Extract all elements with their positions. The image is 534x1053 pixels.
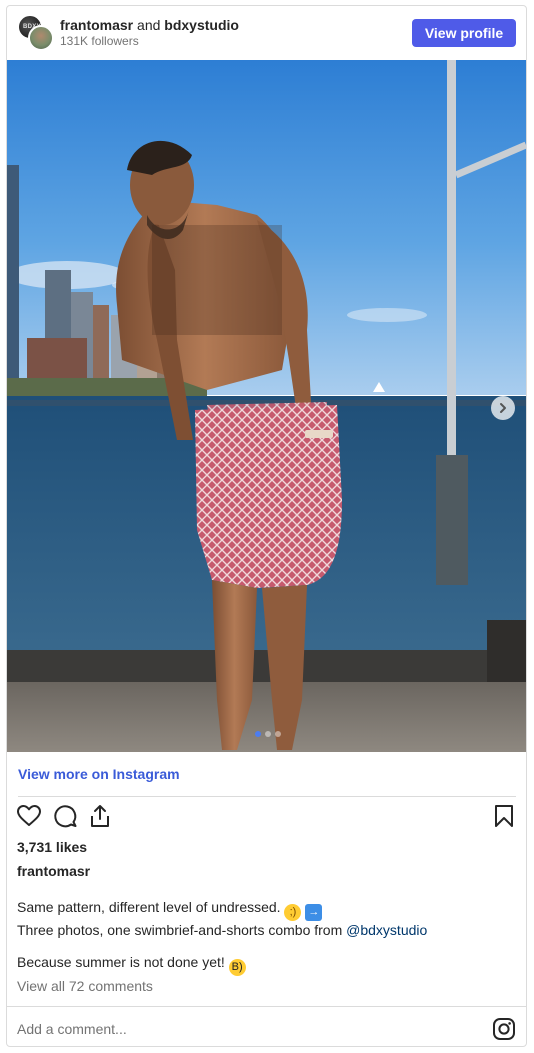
avatar-group[interactable]: BDXY (17, 14, 55, 52)
heart-icon[interactable] (16, 803, 42, 829)
view-profile-button[interactable]: View profile (412, 19, 516, 47)
action-bar (7, 803, 526, 833)
view-more-link[interactable]: View more on Instagram (18, 766, 180, 782)
account-name-secondary[interactable]: bdxystudio (164, 17, 239, 33)
bookmark-icon[interactable] (491, 803, 517, 829)
photo-illustration (7, 60, 526, 752)
post-caption: Same pattern, different level of undress… (17, 898, 427, 940)
carousel-dot (265, 731, 271, 737)
account-name-primary[interactable]: frantomasr (60, 17, 133, 33)
post-header: BDXY frantomasr and bdxystudio 131K foll… (7, 6, 526, 60)
comment-bar (7, 1006, 526, 1046)
instagram-embed-card: BDXY frantomasr and bdxystudio 131K foll… (6, 5, 527, 1047)
view-comments-link[interactable]: View all 72 comments (17, 978, 153, 994)
wink-emoji-icon: ;) (284, 904, 302, 921)
instagram-icon[interactable] (492, 1017, 516, 1041)
avatar (28, 25, 54, 51)
poster-username[interactable]: frantomasr (17, 863, 90, 879)
caption-line-3: Because summer is not done yet! (17, 954, 225, 970)
follower-count: 131K followers (60, 34, 139, 48)
post-photo[interactable] (7, 60, 526, 752)
account-names: frantomasr and bdxystudio (60, 16, 239, 34)
likes-count[interactable]: 3,731 likes (17, 839, 87, 855)
caption-mention-link[interactable]: @bdxystudio (346, 922, 427, 938)
carousel-dot (255, 731, 261, 737)
account-conjunction: and (137, 17, 161, 33)
comment-icon[interactable] (52, 803, 78, 829)
sunglasses-emoji-icon: B) (228, 959, 246, 976)
divider (18, 796, 516, 797)
carousel-indicator (255, 731, 281, 737)
carousel-dot (275, 731, 281, 737)
carousel-next-button[interactable] (491, 396, 515, 420)
caption-line-1: Same pattern, different level of undress… (17, 899, 281, 915)
chevron-right-icon (500, 403, 506, 413)
right-arrow-emoji-icon: → (305, 904, 323, 921)
post-caption-line-3: Because summer is not done yet! B) (17, 953, 246, 976)
comment-input[interactable] (17, 1020, 437, 1038)
caption-line-2: Three photos, one swimbrief-and-shorts c… (17, 922, 343, 938)
share-icon[interactable] (87, 803, 113, 829)
